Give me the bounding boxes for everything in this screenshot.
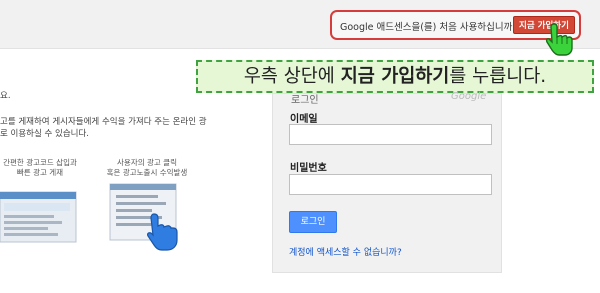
google-logo: Google <box>451 91 487 102</box>
callout-prefix: 우측 상단에 <box>243 66 341 87</box>
callout-highlight: 지금 가입하기 <box>340 66 450 87</box>
email-field[interactable] <box>289 124 492 145</box>
callout-suffix: 를 누릅니다. <box>449 66 547 87</box>
intro-line-1: 요. <box>0 91 11 101</box>
signup-highlight-box: Google 애드센스을(를) 처음 사용하십니까? 지금 가입하기 <box>330 10 581 40</box>
intro-line-2: 고를 게재하여 게시자들에게 수익을 가져다 주는 온라인 광 <box>0 117 207 127</box>
feature-1-line1: 간편한 광고코드 삽입과 <box>3 158 77 167</box>
login-button[interactable]: 로그인 <box>289 211 337 233</box>
click-hand-icon <box>109 183 178 251</box>
top-bar: Google 애드센스을(를) 처음 사용하십니까? 지금 가입하기 <box>0 0 600 49</box>
login-title: 로그인 <box>291 95 319 106</box>
webpage-ad-icon <box>0 191 77 243</box>
feature-caption-2: 사용자의 광고 클릭 혹은 광고노출시 수익발생 <box>92 158 202 178</box>
password-field[interactable] <box>289 174 492 195</box>
feature-2-line1: 사용자의 광고 클릭 <box>117 158 177 167</box>
email-label: 이메일 <box>290 114 318 125</box>
signup-question: Google 애드센스을(를) 처음 사용하십니까? <box>340 22 518 33</box>
intro-line-3: 로 이용하실 수 있습니다. <box>0 129 90 139</box>
account-help-link[interactable]: 계정에 액세스할 수 없습니까? <box>289 245 402 258</box>
password-label: 비밀번호 <box>290 163 327 174</box>
feature-1-line2: 빠른 광고 게재 <box>16 168 64 177</box>
instruction-callout: 우측 상단에 지금 가입하기를 누릅니다. <box>196 60 594 93</box>
login-panel: 로그인 Google 이메일 비밀번호 로그인 계정에 액세스할 수 없습니까? <box>272 91 502 273</box>
hand-pointer-icon <box>545 23 573 56</box>
feature-caption-1: 간편한 광고코드 삽입과 빠른 광고 게재 <box>0 158 80 178</box>
feature-2-line2: 혹은 광고노출시 수익발생 <box>106 168 188 177</box>
